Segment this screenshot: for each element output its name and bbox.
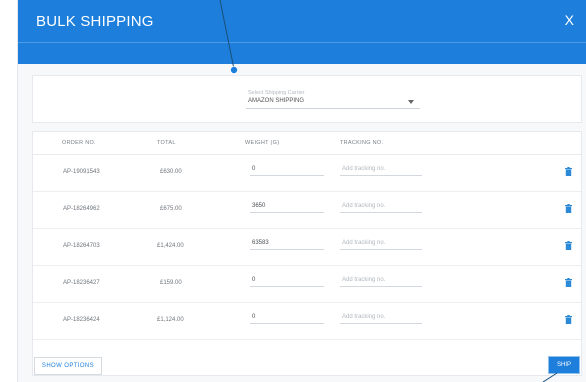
ship-button[interactable]: SHIP (549, 357, 579, 373)
order-total: £630.00 (160, 169, 182, 175)
table-row: AP-19091543 £630.00 0 Add tracking no. (33, 154, 581, 192)
table-row: AP-18236427 £159.00 0 Add tracking no. (33, 265, 581, 303)
order-number: AP-18236424 (63, 317, 100, 323)
tracking-placeholder: Add tracking no. (342, 166, 386, 172)
order-total: £1,124.00 (157, 317, 184, 323)
header-total: TOTAL (157, 140, 176, 146)
tracking-placeholder: Add tracking no. (342, 314, 386, 320)
order-number: AP-18264962 (63, 206, 100, 212)
order-total: £1,424.00 (157, 243, 184, 249)
carrier-select[interactable]: AMAZON SHIPPING (246, 97, 420, 109)
carrier-selected-value: AMAZON SHIPPING (248, 98, 305, 104)
table-row: AP-18236424 £1,124.00 0 Add tracking no. (33, 302, 581, 340)
bulk-shipping-modal: BULK SHIPPING X Select Shipping Carrier … (18, 0, 586, 382)
tracking-placeholder: Add tracking no. (342, 203, 386, 209)
trash-icon[interactable] (565, 167, 572, 176)
order-number: AP-18264703 (63, 243, 100, 249)
tracking-input[interactable]: Add tracking no. (340, 276, 422, 287)
weight-value: 3650 (252, 203, 266, 209)
chevron-down-icon (408, 100, 414, 104)
header-tracking-no: TRACKING NO. (340, 140, 384, 146)
weight-input[interactable]: 63583 (250, 239, 324, 250)
weight-input[interactable]: 3650 (250, 202, 324, 213)
table-row: AP-18264703 £1,424.00 63583 Add tracking… (33, 228, 581, 266)
tracking-input[interactable]: Add tracking no. (340, 202, 422, 213)
table-row: AP-18264962 £675.00 3650 Add tracking no… (33, 191, 581, 229)
tracking-input[interactable]: Add tracking no. (340, 239, 422, 250)
weight-input[interactable]: 0 (250, 276, 324, 287)
tracking-input[interactable]: Add tracking no. (340, 313, 422, 324)
carrier-label: Select Shipping Carrier (248, 90, 305, 96)
order-number: AP-19091543 (63, 169, 100, 175)
show-options-button[interactable]: SHOW OPTIONS (34, 357, 102, 375)
weight-value: 0 (252, 166, 256, 172)
order-number: AP-18236427 (63, 280, 100, 286)
header-weight: WEIGHT (G) (245, 140, 280, 146)
header-order-no: ORDER NO. (62, 140, 96, 146)
tracking-placeholder: Add tracking no. (342, 277, 386, 283)
carrier-panel: Select Shipping Carrier AMAZON SHIPPING (32, 75, 582, 123)
modal-title: BULK SHIPPING (36, 13, 154, 30)
order-total: £159.00 (160, 280, 182, 286)
tracking-placeholder: Add tracking no. (342, 240, 386, 246)
trash-icon[interactable] (565, 278, 572, 287)
trash-icon[interactable] (565, 241, 572, 250)
header-divider (18, 42, 586, 43)
tracking-input[interactable]: Add tracking no. (340, 165, 422, 176)
modal-header: BULK SHIPPING X (18, 0, 586, 42)
weight-value: 63583 (252, 240, 269, 246)
order-total: £675.00 (160, 206, 182, 212)
header-subbar (18, 42, 586, 64)
weight-value: 0 (252, 277, 256, 283)
weight-value: 0 (252, 314, 256, 320)
orders-table: ORDER NO. TOTAL WEIGHT (G) TRACKING NO. … (32, 131, 582, 376)
trash-icon[interactable] (565, 204, 572, 213)
weight-input[interactable]: 0 (250, 165, 324, 176)
weight-input[interactable]: 0 (250, 313, 324, 324)
close-button[interactable]: X (565, 12, 574, 28)
trash-icon[interactable] (565, 315, 572, 324)
table-header: ORDER NO. TOTAL WEIGHT (G) TRACKING NO. (33, 132, 581, 155)
